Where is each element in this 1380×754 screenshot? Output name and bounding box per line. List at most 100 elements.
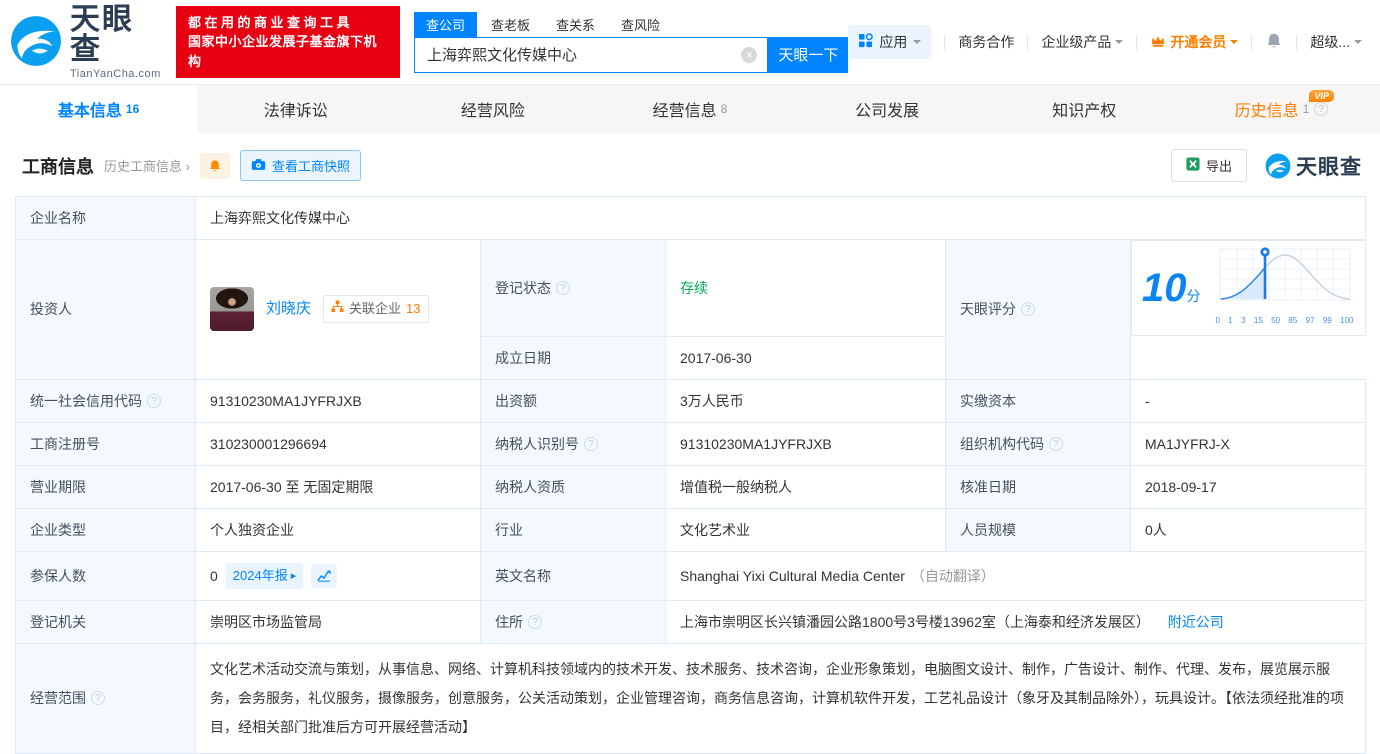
annual-report-link[interactable]: 2024年报 ▸ — [225, 562, 304, 589]
help-icon[interactable]: ? — [528, 614, 542, 629]
search-tab-relation[interactable]: 查关系 — [544, 12, 607, 37]
tab-legal-proceedings[interactable]: 法律诉讼 — [197, 85, 394, 133]
search-tabs: 查公司 查老板 查关系 查风险 — [413, 11, 848, 37]
account-name: 超级... — [1310, 34, 1351, 50]
field-label-business-scope: 经营范围? — [15, 642, 196, 754]
field-label-address: 住所? — [480, 599, 666, 644]
business-info-table: 企业名称 上海弈熙文化传媒中心 投资人 刘晓庆 关联企业 13 登记状态? 存续… — [15, 196, 1367, 754]
search-input[interactable] — [414, 37, 768, 72]
chevron-down-icon — [1354, 40, 1363, 48]
insured-trend-chart-button[interactable] — [311, 563, 338, 588]
status-badge: 存续 — [680, 279, 708, 296]
related-companies-badge[interactable]: 关联企业 13 — [323, 295, 429, 324]
account-menu[interactable]: 超级... — [1310, 32, 1363, 52]
field-label-company-type: 企业类型 — [15, 507, 196, 552]
tab-count: 1 — [1302, 102, 1310, 116]
promo-banner: 都在用的商业查询工具 国家中小企业发展子基金旗下机构 — [176, 5, 400, 79]
divider — [944, 34, 946, 50]
help-icon[interactable]: ? — [1049, 436, 1063, 451]
view-business-snapshot-button[interactable]: 查看工商快照 — [239, 150, 361, 181]
history-business-info-link[interactable]: 历史工商信息 › — [104, 156, 190, 175]
arrow-right-icon: ▸ — [290, 569, 297, 582]
help-icon[interactable]: ? — [91, 691, 105, 705]
help-icon[interactable]: ? — [1021, 302, 1035, 317]
vip-badge: VIP — [1309, 90, 1334, 102]
field-value-credit-code: 91310230MA1JYFRJXB — [195, 378, 481, 423]
tianyancha-logo[interactable]: 天眼查 TianYanCha.com — [10, 2, 164, 80]
table-row: 参保人数 0 2024年报 ▸ 英文名称 Shanghai Yixi Cultu… — [15, 550, 1367, 601]
table-row: 工商注册号 310230001296694 纳税人识别号? 91310230MA… — [15, 421, 1367, 466]
tianyancha-logo-icon — [10, 15, 62, 70]
help-icon[interactable]: ? — [147, 393, 161, 408]
chevron-down-icon — [913, 40, 922, 48]
field-label-org-code: 组织机构代码? — [945, 421, 1131, 466]
score-unit: 分 — [1186, 288, 1201, 304]
crown-icon — [1150, 34, 1166, 51]
promo-banner-line1: 都在用的商业查询工具 — [188, 14, 354, 30]
search-tab-boss[interactable]: 查老板 — [479, 12, 542, 37]
field-label-paid-in-capital: 实缴资本 — [945, 378, 1131, 423]
logo-text-domain: TianYanCha.com — [70, 67, 161, 80]
tianyancha-watermark: 天眼查 — [1265, 151, 1362, 181]
monitor-bell-button[interactable] — [199, 152, 230, 179]
field-label-business-term: 营业期限 — [15, 464, 196, 509]
table-row: 企业名称 上海弈熙文化传媒中心 — [15, 196, 1367, 240]
field-label-reg-number: 工商注册号 — [15, 421, 196, 466]
field-label-credit-code: 统一社会信用代码? — [15, 378, 196, 423]
field-value-company-name: 上海弈熙文化传媒中心 — [194, 196, 1367, 240]
field-label-taxpayer-id: 纳税人识别号? — [480, 421, 666, 466]
insured-count-value: 0 — [210, 567, 218, 584]
top-header: 天眼查 TianYanCha.com 都在用的商业查询工具 国家中小企业发展子基… — [0, 0, 1380, 84]
help-icon[interactable]: ? — [556, 280, 570, 295]
clear-search-icon[interactable]: × — [741, 46, 758, 63]
tab-basic-info[interactable]: 基本信息 16 — [0, 85, 198, 133]
field-value-staff-size: 0人 — [1129, 507, 1367, 552]
field-value-approve-date: 2018-09-17 — [1129, 464, 1367, 509]
search-tab-company[interactable]: 查公司 — [413, 11, 477, 37]
score-distribution-chart: 0 1 3 15 50 85 97 99 100 — [1215, 245, 1355, 331]
help-icon[interactable]: ? — [584, 436, 598, 451]
help-icon[interactable]: ? — [1314, 102, 1329, 116]
chevron-down-icon — [1230, 40, 1239, 48]
notification-bell-icon[interactable] — [1265, 32, 1283, 53]
tab-intellectual-property[interactable]: 知识产权 — [986, 85, 1183, 133]
auto-translate-note: （自动翻译） — [910, 567, 995, 584]
divider — [1136, 34, 1138, 50]
field-value-company-type: 个人独资企业 — [195, 507, 481, 552]
field-value-reg-authority: 崇明区市场监管局 — [195, 599, 481, 644]
table-row: 经营范围? 文化艺术活动交流与策划，从事信息、网络、计算机科技领域内的技术开发、… — [15, 642, 1367, 754]
table-row: 投资人 刘晓庆 关联企业 13 登记状态? 存续 天眼评分? 10分 0 1 3… — [15, 239, 1366, 380]
nav-open-vip[interactable]: 开通会员 — [1150, 32, 1239, 52]
nav-business-cooperation[interactable]: 商务合作 — [958, 32, 1014, 52]
top-nav: 应用 商务合作 企业级产品 开通会员 超级... — [848, 25, 1363, 59]
field-value-address: 上海市崇明区长兴镇潘园公路1800号3号楼13962室（上海泰和经济发展区） — [680, 613, 1150, 630]
investor-name-link[interactable]: 刘晓庆 — [266, 299, 311, 319]
apps-menu-button[interactable]: 应用 — [848, 25, 932, 59]
nav-enterprise-products[interactable]: 企业级产品 — [1041, 32, 1124, 52]
field-label-reg-authority: 登记机关 — [15, 599, 196, 644]
field-value-paid-in-capital: - — [1129, 378, 1367, 423]
tab-operating-info[interactable]: 经营信息 8 — [591, 85, 788, 133]
divider — [1251, 34, 1253, 50]
camera-icon — [251, 158, 266, 174]
field-label-taxpayer-quality: 纳税人资质 — [480, 464, 666, 509]
tab-company-development[interactable]: 公司发展 — [789, 85, 986, 133]
field-label-establish-date: 成立日期 — [480, 335, 666, 380]
score-axis-labels: 0 1 3 15 50 85 97 99 100 — [1215, 316, 1354, 325]
field-value-business-term: 2017-06-30 至 无固定期限 — [195, 464, 481, 509]
tab-operating-risk[interactable]: 经营风险 — [394, 85, 591, 133]
field-label-industry: 行业 — [480, 507, 666, 552]
search-area: 查公司 查老板 查关系 查风险 × 天眼一下 — [413, 11, 849, 73]
score-value: 10 — [1142, 266, 1187, 310]
investor-avatar[interactable] — [210, 287, 254, 332]
search-submit-button[interactable]: 天眼一下 — [768, 36, 849, 73]
nearby-companies-link[interactable]: 附近公司 — [1168, 614, 1224, 630]
section-title: 工商信息 — [22, 156, 94, 177]
search-tab-risk[interactable]: 查风险 — [609, 12, 672, 37]
export-button[interactable]: 导出 — [1170, 149, 1247, 182]
field-value-taxpayer-id: 91310230MA1JYFRJXB — [665, 421, 946, 466]
logo-text-cn: 天眼查 — [70, 2, 134, 66]
tab-history-info[interactable]: VIP 历史信息 1 ? — [1183, 85, 1380, 133]
chevron-down-icon — [1115, 40, 1124, 48]
field-value-capital: 3万人民币 — [665, 378, 946, 423]
